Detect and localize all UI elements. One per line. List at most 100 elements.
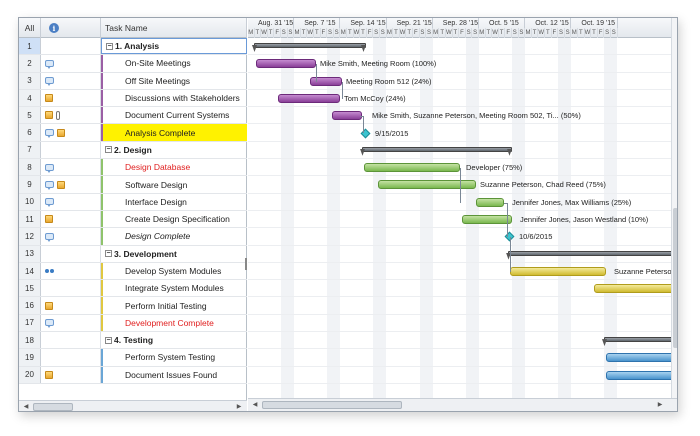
table-row[interactable]: 15 Integrate System Modules bbox=[19, 280, 247, 298]
row-number[interactable]: 3 bbox=[19, 72, 41, 89]
scroll-right-icon[interactable]: ▶ bbox=[235, 403, 243, 411]
summary-task-name[interactable]: −3. Development bbox=[101, 246, 247, 262]
row-number[interactable]: 8 bbox=[19, 159, 41, 176]
task-name[interactable]: Integrate System Modules bbox=[101, 280, 247, 297]
table-row[interactable]: 3 Off Site Meetings bbox=[19, 72, 247, 90]
task-name[interactable]: Analysis Complete bbox=[101, 124, 247, 141]
row-number[interactable]: 18 bbox=[19, 332, 41, 349]
row-number[interactable]: 13 bbox=[19, 245, 41, 262]
table-row[interactable]: 14 Develop System Modules bbox=[19, 262, 247, 281]
table-row[interactable]: 19 Perform System Testing bbox=[19, 349, 247, 367]
row-number[interactable]: 20 bbox=[19, 366, 41, 383]
dependency-link[interactable] bbox=[460, 168, 461, 203]
resource-icon[interactable] bbox=[57, 180, 65, 189]
task-bar[interactable] bbox=[510, 266, 606, 276]
table-row[interactable]: 9 Software Design bbox=[19, 176, 247, 194]
table-row[interactable]: 5 Document Current Systems bbox=[19, 107, 247, 125]
row-number[interactable]: 1 bbox=[19, 38, 41, 55]
dependency-link[interactable] bbox=[342, 81, 343, 99]
task-bar[interactable] bbox=[606, 370, 677, 380]
row-number[interactable]: 4 bbox=[19, 89, 41, 107]
grid-scroll-thumb[interactable] bbox=[33, 403, 73, 411]
task-bar[interactable] bbox=[606, 353, 677, 363]
table-row[interactable]: 1 −1. Analysis bbox=[19, 38, 247, 56]
task-name[interactable]: Document Current Systems bbox=[101, 107, 247, 124]
row-number[interactable]: 5 bbox=[19, 107, 41, 124]
task-name[interactable]: Off Site Meetings bbox=[101, 72, 247, 89]
task-bar[interactable] bbox=[278, 93, 340, 103]
summary-task-name[interactable]: −4. Testing bbox=[101, 332, 247, 348]
table-row[interactable]: 11 Create Design Specification bbox=[19, 210, 247, 229]
dependency-link[interactable] bbox=[316, 64, 317, 82]
note-icon[interactable] bbox=[45, 59, 54, 69]
dependency-link[interactable] bbox=[360, 116, 364, 134]
task-bar[interactable] bbox=[594, 284, 677, 294]
summary-bar[interactable] bbox=[362, 146, 512, 152]
task-name[interactable]: Interface Design bbox=[101, 193, 247, 210]
table-row[interactable]: 10 Interface Design bbox=[19, 193, 247, 211]
chart-scroll-right-icon[interactable]: ▶ bbox=[656, 401, 664, 409]
table-row[interactable]: 6 Analysis Complete bbox=[19, 124, 247, 142]
collapse-icon[interactable]: − bbox=[106, 42, 113, 50]
resource-icon[interactable] bbox=[57, 128, 65, 137]
table-row[interactable]: 2 On-Site Meetings bbox=[19, 55, 247, 73]
task-bar[interactable] bbox=[476, 197, 504, 207]
summary-task-name[interactable]: −1. Analysis bbox=[101, 38, 247, 55]
row-number[interactable]: 7 bbox=[19, 141, 41, 159]
note-icon[interactable] bbox=[45, 198, 54, 208]
table-row[interactable]: 18 −4. Testing bbox=[19, 332, 247, 350]
task-name[interactable]: Perform System Testing bbox=[101, 349, 247, 366]
task-bar[interactable] bbox=[378, 180, 476, 190]
task-name[interactable]: Perform Initial Testing bbox=[101, 297, 247, 314]
summary-task-name[interactable]: −2. Design bbox=[101, 142, 247, 158]
task-bar[interactable] bbox=[310, 76, 342, 86]
dependency-link[interactable] bbox=[504, 202, 508, 238]
resource-icon[interactable] bbox=[45, 370, 53, 379]
collapse-icon[interactable]: − bbox=[105, 146, 112, 154]
table-row[interactable]: 12 Design Complete bbox=[19, 228, 247, 246]
chart-vertical-scrollbar[interactable] bbox=[671, 18, 677, 400]
task-name[interactable]: Design Complete bbox=[101, 228, 247, 245]
resource-icon[interactable] bbox=[45, 215, 53, 224]
grid-splitter[interactable] bbox=[245, 258, 247, 270]
row-number[interactable]: 17 bbox=[19, 314, 41, 332]
task-bar[interactable] bbox=[332, 111, 362, 121]
row-number[interactable]: 2 bbox=[19, 55, 41, 72]
link-icon[interactable] bbox=[45, 268, 55, 274]
summary-bar[interactable] bbox=[508, 250, 677, 256]
chart-scroll-thumb[interactable] bbox=[262, 401, 402, 409]
task-bar[interactable] bbox=[256, 59, 316, 69]
row-number[interactable]: 9 bbox=[19, 176, 41, 193]
note-icon[interactable] bbox=[45, 319, 54, 329]
scroll-left-icon[interactable]: ◀ bbox=[22, 403, 30, 411]
chart-vscroll-thumb[interactable] bbox=[673, 208, 677, 348]
row-number[interactable]: 12 bbox=[19, 228, 41, 245]
task-name[interactable]: Create Design Specification bbox=[101, 210, 247, 228]
row-number[interactable]: 11 bbox=[19, 210, 41, 228]
table-row[interactable]: 16 Perform Initial Testing bbox=[19, 297, 247, 315]
task-name[interactable]: Software Design bbox=[101, 176, 247, 193]
collapse-icon[interactable]: − bbox=[105, 250, 112, 258]
header-task-name[interactable]: Task Name bbox=[101, 18, 247, 38]
task-name[interactable]: On-Site Meetings bbox=[101, 55, 247, 72]
resource-icon[interactable] bbox=[45, 301, 53, 310]
row-number[interactable]: 19 bbox=[19, 349, 41, 366]
collapse-icon[interactable]: − bbox=[105, 336, 112, 344]
note-icon[interactable] bbox=[45, 232, 54, 242]
resource-icon[interactable] bbox=[45, 94, 53, 103]
summary-bar[interactable] bbox=[604, 337, 677, 343]
row-number[interactable]: 16 bbox=[19, 297, 41, 314]
task-name[interactable]: Develop System Modules bbox=[101, 262, 247, 280]
table-row[interactable]: 17 Development Complete bbox=[19, 314, 247, 333]
row-number[interactable]: 14 bbox=[19, 262, 41, 280]
task-name[interactable]: Discussions with Stakeholders bbox=[101, 89, 247, 107]
table-row[interactable]: 4 Discussions with Stakeholders bbox=[19, 89, 247, 108]
note-icon[interactable] bbox=[45, 77, 54, 87]
task-name[interactable]: Development Complete bbox=[101, 314, 247, 332]
grid-horizontal-scrollbar[interactable]: ◀ ▶ bbox=[19, 400, 247, 411]
note-icon[interactable] bbox=[45, 129, 54, 139]
table-row[interactable]: 8 Design Database bbox=[19, 159, 247, 177]
chart-scroll-left-icon[interactable]: ◀ bbox=[251, 401, 259, 409]
note-icon[interactable] bbox=[45, 163, 54, 173]
dependency-link[interactable] bbox=[510, 237, 511, 272]
